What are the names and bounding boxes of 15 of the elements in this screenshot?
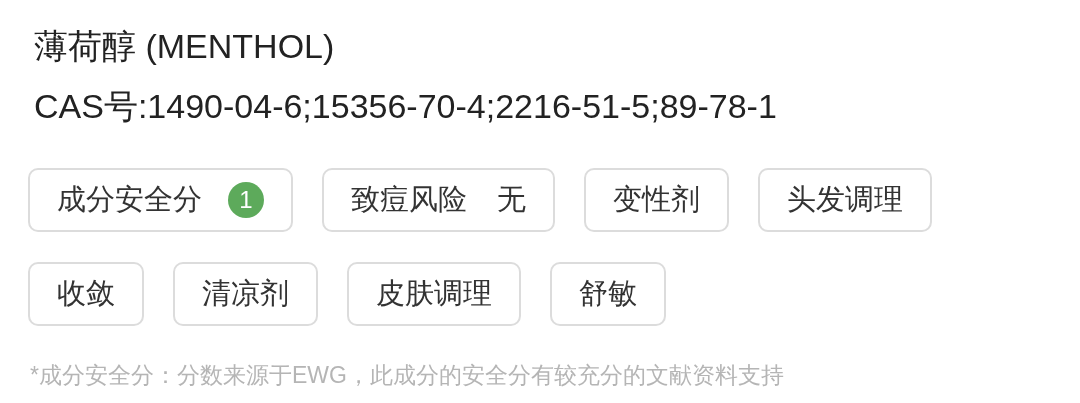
function-tag[interactable]: 收敛 <box>28 262 144 326</box>
score-badge: 1 <box>228 182 264 218</box>
ingredient-title: 薄荷醇 (MENTHOL) <box>34 26 335 67</box>
safety-score-tag[interactable]: 成分安全分 1 <box>28 168 293 232</box>
tag-label: 致痘风险 <box>351 182 467 218</box>
risk-value: 无 <box>497 182 526 218</box>
tag-label: 成分安全分 <box>57 182 202 218</box>
acne-risk-tag[interactable]: 致痘风险 无 <box>322 168 555 232</box>
footnote: *成分安全分：分数来源于EWG，此成分的安全分有较充分的文献资料支持 <box>30 361 784 390</box>
cas-number: CAS号:1490-04-6;15356-70-4;2216-51-5;89-78-1 <box>34 86 777 127</box>
function-tag[interactable]: 头发调理 <box>758 168 932 232</box>
function-tag[interactable]: 变性剂 <box>584 168 729 232</box>
function-tag[interactable]: 皮肤调理 <box>347 262 521 326</box>
function-tag[interactable]: 舒敏 <box>550 262 666 326</box>
function-tag[interactable]: 清凉剂 <box>173 262 318 326</box>
